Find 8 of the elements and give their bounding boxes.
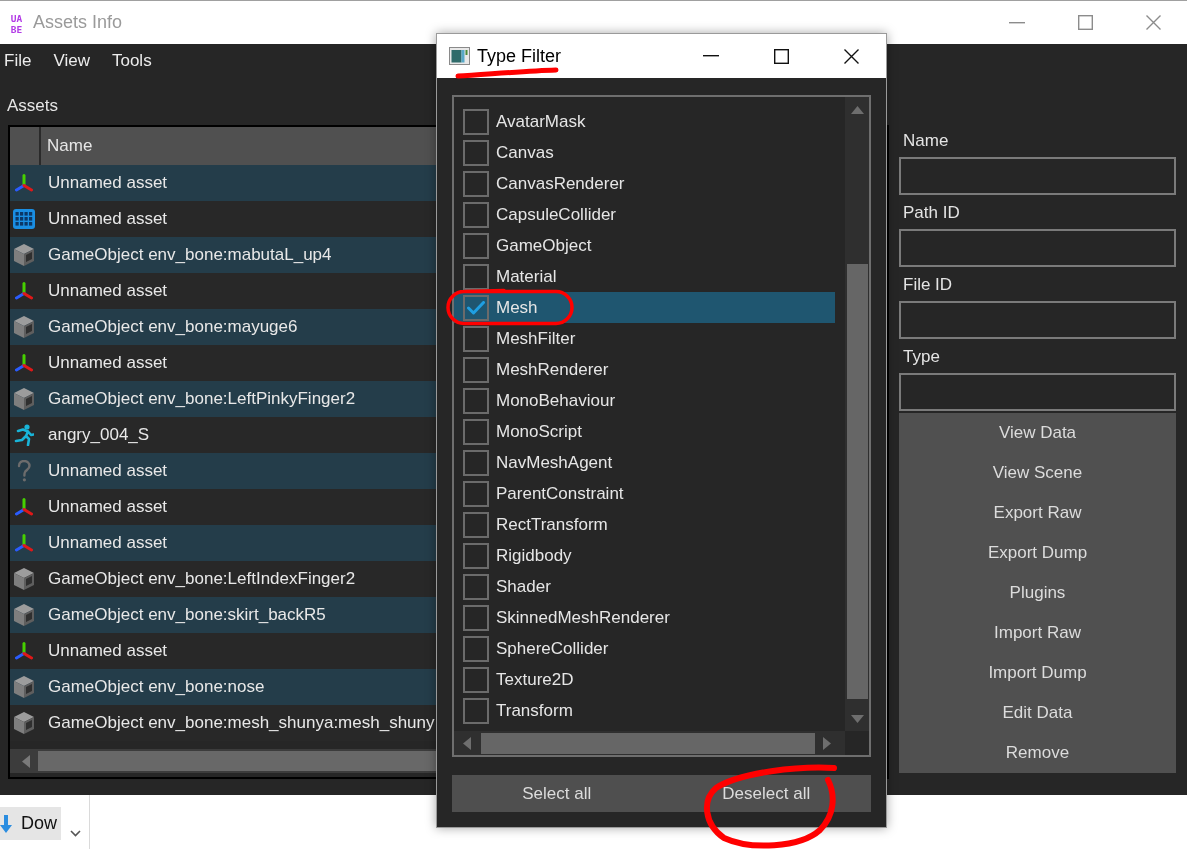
field-label: Path ID [902,202,960,224]
app-logo: UA BE [8,11,25,34]
dialog-title: Type Filter [477,45,562,67]
field-label: Name [902,130,949,152]
field-label: File ID [902,274,953,296]
field-label: Type [902,346,940,368]
window-title: Assets Info [33,12,123,33]
section-label: Assets [7,95,59,116]
